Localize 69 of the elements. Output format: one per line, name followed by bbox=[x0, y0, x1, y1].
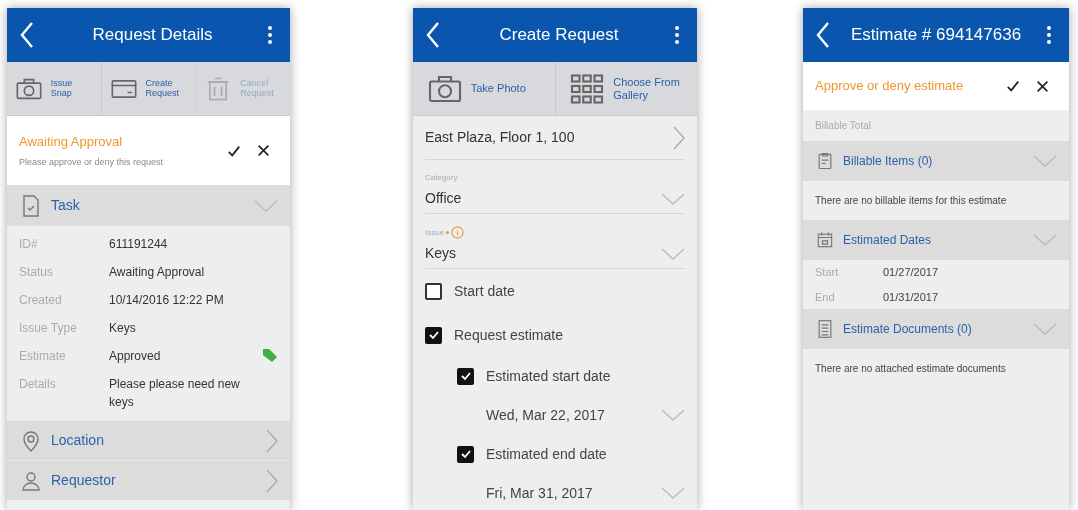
checkbox[interactable] bbox=[425, 326, 442, 344]
field-label: Start bbox=[815, 265, 840, 280]
empty-message: There are no attached estimate documents bbox=[814, 362, 1007, 376]
chevron-down-icon bbox=[661, 192, 685, 205]
field-value: Approved bbox=[109, 348, 162, 365]
field-value: Keys bbox=[109, 320, 137, 337]
section-header[interactable]: Task bbox=[7, 185, 290, 226]
chevron-down-icon bbox=[661, 487, 685, 499]
checkbox[interactable] bbox=[457, 445, 474, 463]
field-label: Details bbox=[19, 376, 57, 393]
field-label: End bbox=[815, 289, 836, 305]
checkbox-label: Estimated start date bbox=[486, 366, 611, 386]
toolbar-button[interactable]: Create Request bbox=[100, 62, 196, 115]
checkbox[interactable] bbox=[425, 282, 442, 300]
toolbar-button[interactable]: Issue Snap bbox=[7, 62, 101, 115]
banner-title: Awaiting Approval bbox=[19, 133, 124, 151]
chevron-right-icon bbox=[266, 428, 278, 453]
nav-row[interactable]: Requestor bbox=[7, 460, 290, 500]
chevron-down-icon bbox=[254, 199, 278, 212]
section-header[interactable]: Estimated Dates bbox=[803, 220, 1069, 260]
chevron-down-icon bbox=[1033, 234, 1057, 246]
chevron-down-icon bbox=[1033, 155, 1057, 167]
date-dropdown[interactable]: Fri, Mar 31, 2017 bbox=[486, 473, 685, 510]
total-label: Billable Total bbox=[814, 119, 872, 133]
info-icon bbox=[451, 226, 465, 239]
close-icon bbox=[257, 144, 270, 157]
field-value: 01/27/2017 bbox=[883, 265, 939, 280]
dropdown-field[interactable]: Office bbox=[425, 184, 685, 214]
screen-title: Estimate # 694147636 bbox=[851, 24, 1023, 47]
chevron-down-icon bbox=[661, 247, 685, 260]
screen-title: Request Details bbox=[91, 24, 214, 47]
section-header[interactable]: Billable Items (0) bbox=[803, 141, 1069, 181]
banner-message: Please approve or deny this request bbox=[19, 155, 165, 169]
nav-row[interactable]: Location bbox=[7, 420, 290, 460]
chevron-down-icon bbox=[1033, 323, 1057, 335]
field-label: Created bbox=[19, 292, 63, 309]
field-value: Please please need new keys bbox=[109, 376, 241, 411]
section-header[interactable]: Estimate Documents (0) bbox=[803, 309, 1069, 349]
checkbox-label: Estimated end date bbox=[486, 444, 607, 464]
banner-title: Approve or deny estimate bbox=[815, 77, 965, 96]
date-dropdown[interactable]: Wed, Mar 22, 2017 bbox=[486, 395, 685, 435]
checkbox-label: Start date bbox=[454, 281, 515, 301]
field-label: Estimate bbox=[19, 348, 67, 365]
checkmark-icon bbox=[227, 143, 241, 158]
dropdown-field[interactable]: Keys bbox=[425, 239, 685, 269]
checkbox[interactable] bbox=[457, 367, 474, 385]
field-value: 01/31/2017 bbox=[883, 289, 939, 305]
screen-title: Create Request bbox=[498, 24, 620, 47]
empty-message: There are no billable items for this estimate bbox=[814, 194, 1008, 208]
field-value: 611191244 bbox=[109, 236, 169, 253]
field-value: Awaiting Approval bbox=[109, 264, 206, 281]
toolbar-button[interactable]: Take Photo bbox=[413, 62, 555, 115]
chevron-down-icon bbox=[661, 409, 685, 421]
calendar-icon bbox=[815, 230, 835, 250]
field-label: Issue Type bbox=[19, 320, 78, 337]
field-label: Category bbox=[425, 172, 458, 184]
field-value: 10/14/2016 12:22 PM bbox=[109, 292, 225, 309]
checkmark-icon bbox=[459, 448, 472, 460]
field-label: ID# bbox=[19, 236, 39, 253]
checkbox-label: Request estimate bbox=[454, 325, 563, 345]
checkmark-icon bbox=[459, 370, 472, 382]
checkmark-icon bbox=[1006, 79, 1020, 93]
address-picker[interactable]: East Plaza, Floor 1, 100 bbox=[425, 116, 685, 160]
chevron-right-icon bbox=[673, 125, 685, 150]
toolbar-button[interactable]: Choose From Gallery bbox=[554, 62, 697, 115]
field-label: Status bbox=[19, 264, 55, 281]
checkmark-icon bbox=[427, 329, 440, 341]
chevron-right-icon bbox=[266, 468, 278, 493]
close-icon bbox=[1036, 79, 1049, 93]
